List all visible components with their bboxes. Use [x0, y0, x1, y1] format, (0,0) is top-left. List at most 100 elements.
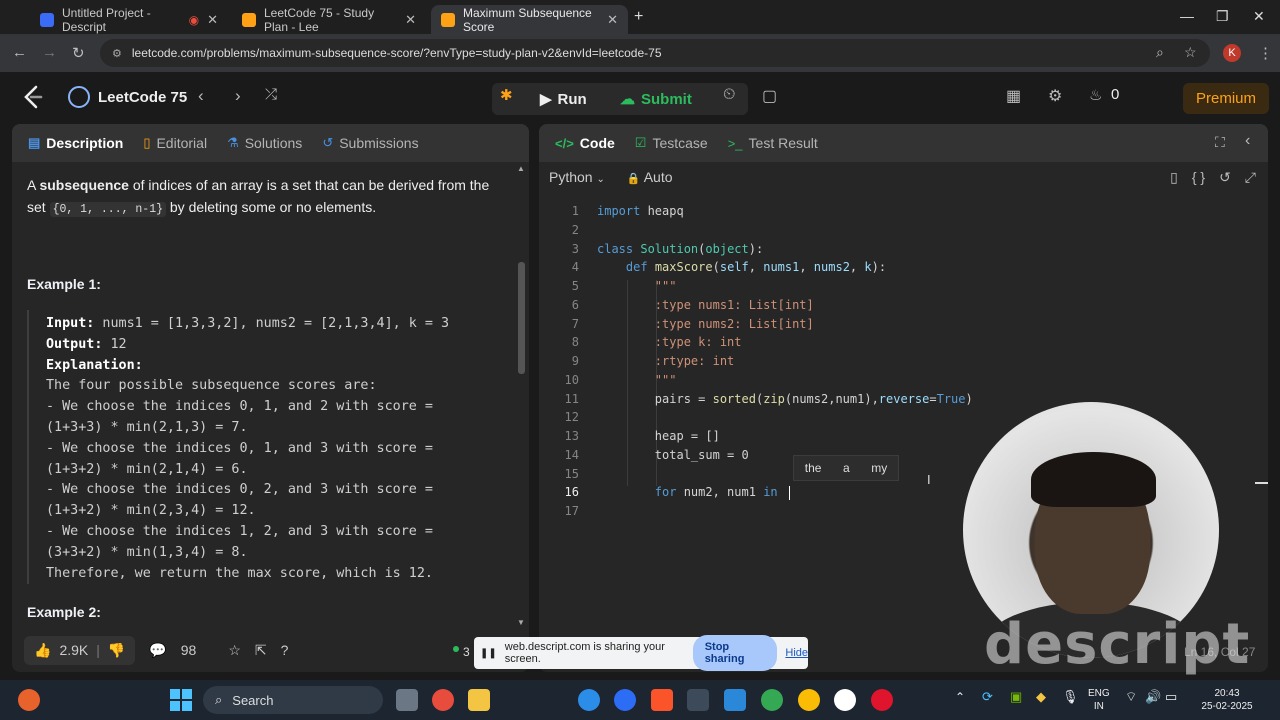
url-input[interactable]: ⚙ leetcode.com/problems/maximum-subseque… — [100, 39, 1210, 67]
close-icon[interactable]: ✕ — [405, 12, 416, 28]
share-icon[interactable]: ⇱ — [255, 642, 267, 659]
new-tab-button[interactable]: + — [634, 8, 643, 26]
debug-icon[interactable]: ✱ — [500, 86, 513, 104]
notes-icon[interactable]: ▢ — [762, 86, 777, 106]
suggestion-item[interactable]: a — [843, 461, 850, 475]
online-dot-icon — [453, 646, 459, 652]
code-line: 6 :type nums1: List[int] — [571, 297, 814, 312]
prev-problem-icon[interactable]: ‹ — [198, 86, 204, 106]
chrome-profile-icon[interactable] — [761, 689, 783, 711]
tab-solutions[interactable]: ⚗ Solutions — [227, 135, 302, 151]
opera-icon[interactable] — [871, 689, 893, 711]
like-count: 2.9K — [59, 642, 89, 658]
chevron-down-icon: ⌄ — [596, 174, 605, 185]
tab-testcase[interactable]: ☑ Testcase — [635, 135, 708, 151]
grid-icon[interactable]: ▦ — [1006, 86, 1021, 106]
fullscreen-icon[interactable]: ⤢ — [1245, 169, 1256, 186]
reload-icon[interactable]: ↻ — [72, 44, 85, 62]
flask-icon: ⚗ — [227, 135, 239, 150]
whatsapp-icon[interactable] — [834, 689, 856, 711]
streak-fire-icon[interactable]: ♨ — [1089, 86, 1102, 104]
notepad-icon[interactable] — [724, 689, 746, 711]
tab-editorial[interactable]: ▯ Editorial — [143, 135, 207, 151]
star-icon[interactable]: ☆ — [228, 642, 241, 659]
shuffle-icon[interactable]: ⤮ — [265, 86, 277, 103]
tab-submissions[interactable]: ↺ Submissions — [322, 135, 418, 151]
close-icon[interactable]: ✕ — [207, 12, 218, 28]
timer-icon[interactable]: ⏲ — [723, 86, 735, 104]
description-panel: ▤ Description ▯ Editorial ⚗ Solutions ↺ … — [12, 124, 529, 672]
example-1-block: Input: nums1 = [1,3,3,2], nums2 = [2,1,3… — [27, 310, 502, 584]
edge-icon[interactable] — [578, 689, 600, 711]
collapse-panel-icon[interactable]: ‹ — [1245, 132, 1250, 150]
taskbar-search-input[interactable]: ⌕ Search — [203, 686, 383, 714]
expand-icon[interactable]: ⛶ — [1215, 134, 1225, 151]
clock[interactable]: 20:43 25-02-2025 — [1187, 687, 1267, 713]
submit-button[interactable]: ☁ Submit — [620, 83, 692, 115]
minimize-icon[interactable]: — — [1180, 8, 1194, 24]
description-scrollbar[interactable] — [518, 262, 525, 374]
windows-start-icon[interactable] — [170, 689, 192, 711]
tab-description[interactable]: ▤ Description — [28, 135, 123, 151]
language-select[interactable]: Python ⌄ — [549, 169, 605, 185]
play-icon: ▶ — [540, 91, 552, 108]
back-icon[interactable]: ← — [12, 44, 27, 61]
zoom-icon[interactable]: ⌕ — [1156, 44, 1164, 61]
chrome-taskbar-icon[interactable] — [432, 689, 454, 711]
browser-tab-max-subsequence[interactable]: Maximum Subsequence Score ✕ — [431, 5, 628, 34]
study-plan-icon — [68, 86, 90, 108]
close-window-icon[interactable]: ✕ — [1253, 8, 1265, 25]
menu-icon[interactable]: ⋮ — [1258, 44, 1273, 62]
help-icon[interactable]: ? — [281, 642, 289, 658]
tab-test-result[interactable]: >_ Test Result — [728, 135, 818, 151]
chrome-alt-icon[interactable] — [798, 689, 820, 711]
maximize-icon[interactable]: ❐ — [1216, 8, 1229, 25]
forward-icon[interactable]: → — [42, 44, 57, 61]
bookmark-star-icon[interactable]: ☆ — [1184, 44, 1197, 61]
auto-mode[interactable]: 🔒 Auto — [627, 169, 673, 185]
editor-actions: ▯ { } ↺ ⤢ — [1170, 169, 1256, 186]
browser-tab-leetcode75[interactable]: LeetCode 75 - Study Plan - Lee ✕ — [232, 5, 426, 34]
descript-favicon-icon — [40, 12, 54, 27]
scroll-down-icon[interactable]: ▼ — [517, 618, 525, 627]
chevron-up-icon[interactable]: ⌃ — [955, 691, 965, 704]
close-icon[interactable]: ✕ — [607, 12, 618, 28]
thumbs-up-icon[interactable]: 👍 — [34, 642, 51, 659]
thumbs-down-icon[interactable]: 👎 — [108, 642, 125, 659]
profile-avatar[interactable]: K — [1223, 44, 1241, 62]
zoom-app-icon[interactable] — [614, 689, 636, 711]
file-explorer-icon[interactable] — [468, 689, 490, 711]
scroll-up-icon[interactable]: ▲ — [517, 164, 525, 173]
brave-notification-icon[interactable] — [18, 689, 40, 711]
microphone-icon[interactable]: 🎙 — [1062, 690, 1079, 703]
recording-icon: ◉ — [188, 12, 200, 27]
site-info-icon[interactable]: ⚙ — [112, 47, 122, 60]
leetcode-logo-icon[interactable] — [22, 85, 44, 109]
reset-icon[interactable]: ↺ — [1219, 169, 1231, 186]
security-icon[interactable]: ◆ — [1036, 690, 1046, 703]
format-braces-icon[interactable]: { } — [1192, 169, 1205, 186]
terminal-app-icon[interactable] — [687, 689, 709, 711]
premium-button[interactable]: Premium — [1183, 83, 1269, 114]
settings-icon[interactable]: ⚙ — [1048, 86, 1062, 106]
nvidia-icon[interactable]: ▣ — [1010, 690, 1022, 703]
stop-sharing-button[interactable]: Stop sharing — [692, 635, 778, 671]
sync-icon[interactable]: ⟳ — [982, 690, 993, 703]
next-problem-icon[interactable]: › — [235, 86, 241, 106]
volume-icon[interactable]: 🔊 — [1145, 690, 1161, 703]
study-plan-title[interactable]: LeetCode 75 — [98, 89, 187, 106]
run-button[interactable]: ▶ Run — [540, 83, 587, 115]
language-indicator[interactable]: ENG IN — [1088, 687, 1110, 713]
battery-icon[interactable]: ▭ — [1165, 690, 1177, 703]
suggestion-item[interactable]: the — [805, 461, 822, 475]
brave-icon[interactable] — [651, 689, 673, 711]
suggestion-item[interactable]: my — [871, 461, 887, 475]
comment-icon[interactable]: 💬 — [149, 642, 166, 659]
wifi-icon[interactable]: ⌔ — [1125, 690, 1137, 703]
leetcode-favicon-icon — [242, 12, 256, 27]
task-view-icon[interactable] — [396, 689, 418, 711]
tab-code[interactable]: </> Code — [555, 135, 615, 151]
hide-link[interactable]: Hide — [785, 647, 808, 659]
browser-tab-descript[interactable]: Untitled Project - Descript ◉ ✕ — [30, 5, 228, 34]
bookmark-icon[interactable]: ▯ — [1170, 169, 1178, 186]
